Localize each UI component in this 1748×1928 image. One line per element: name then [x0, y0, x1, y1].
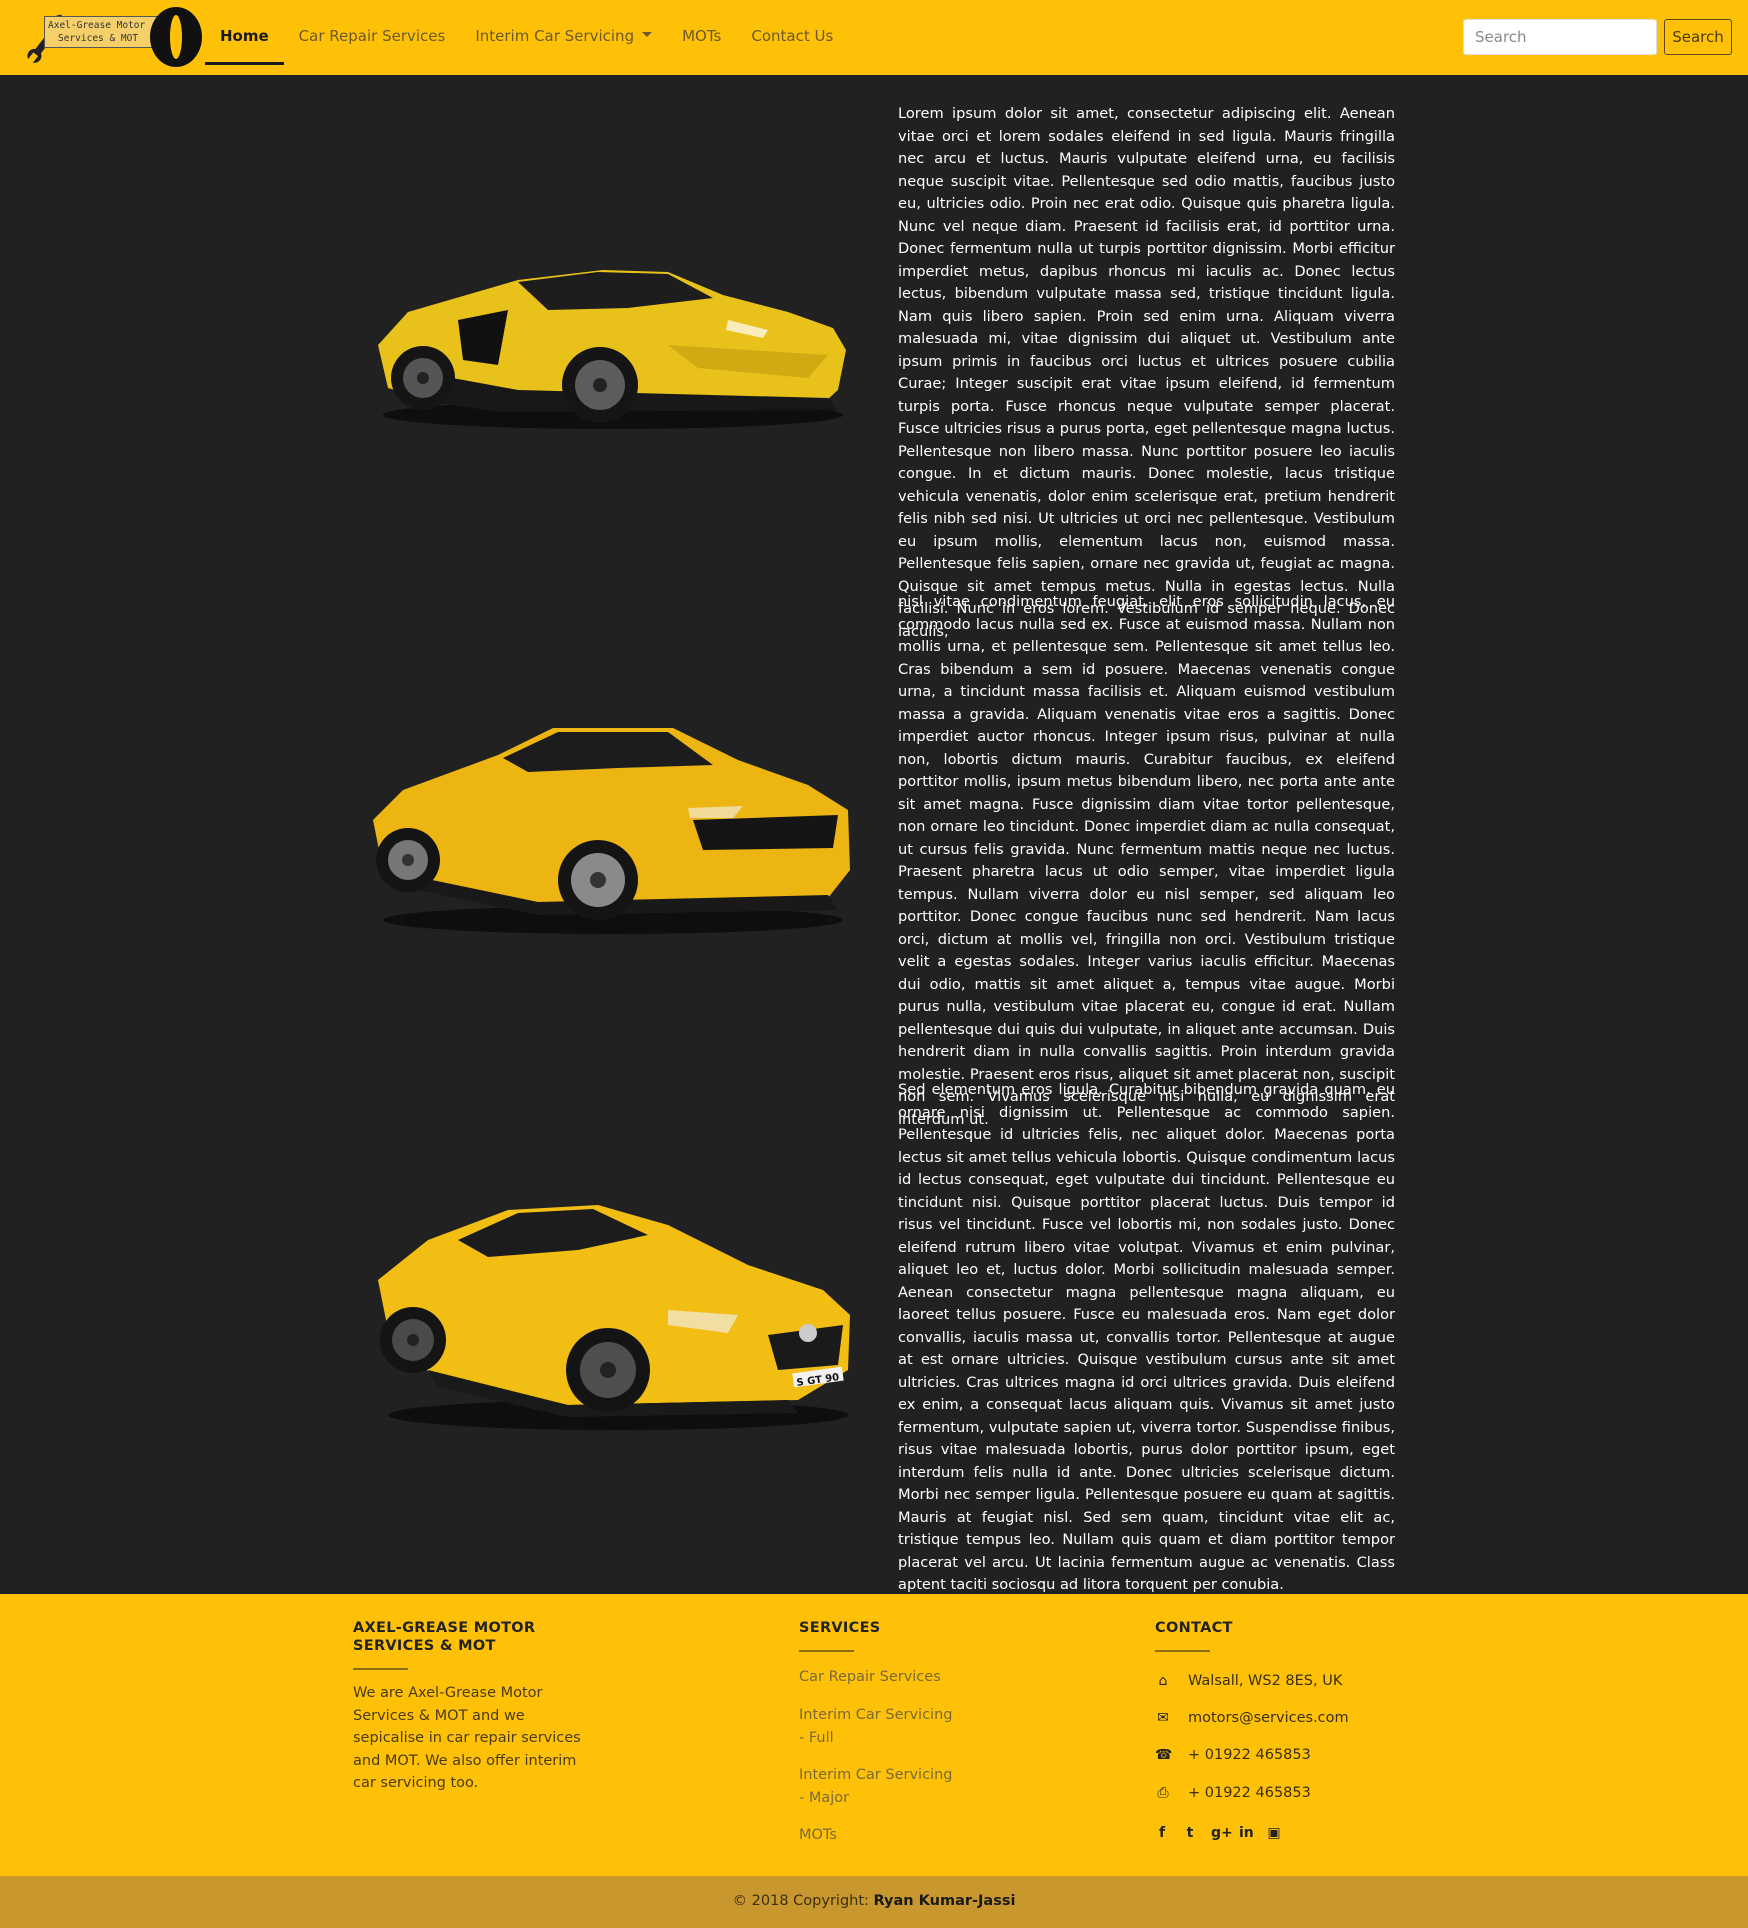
contact-email[interactable]: ✉ motors@services.com: [1155, 1710, 1349, 1726]
paragraph-1: Lorem ipsum dolor sit amet, consectetur …: [898, 105, 1395, 640]
nav-mots-label: MOTs: [682, 27, 722, 45]
facebook-icon[interactable]: f: [1155, 1825, 1169, 1841]
instagram-icon[interactable]: ▣: [1267, 1825, 1281, 1841]
footer-link-interim-major[interactable]: Interim Car Servicing - Major: [799, 1764, 959, 1809]
twitter-icon[interactable]: t: [1183, 1825, 1197, 1841]
logo-line-2: Services & MOT: [58, 33, 139, 44]
nav-menu: Home Car Repair Services Interim Car Ser…: [205, 0, 848, 75]
nav-interim-car-servicing-dropdown[interactable]: Interim Car Servicing: [460, 0, 667, 65]
nav-contact-us[interactable]: Contact Us: [736, 0, 848, 65]
contact-address: ⌂ Walsall, WS2 8ES, UK: [1155, 1673, 1343, 1689]
navbar: Axel-Grease Motor Services & MOT Home Ca…: [0, 0, 1748, 75]
envelope-icon: ✉: [1157, 1710, 1169, 1726]
footer-link-mots[interactable]: MOTs: [799, 1824, 969, 1847]
contact-phone-text: + 01922 465853: [1188, 1747, 1311, 1763]
contact-address-text: Walsall, WS2 8ES, UK: [1188, 1673, 1343, 1689]
caret-down-icon: [642, 32, 653, 37]
contact-phone: ☎ + 01922 465853: [1155, 1747, 1311, 1763]
footer-services-heading: SERVICES: [799, 1620, 881, 1636]
car-image-supercar: [368, 250, 853, 440]
search-input[interactable]: [1463, 19, 1657, 55]
footer-contact-heading: CONTACT: [1155, 1620, 1233, 1636]
footer-about-text: We are Axel-Grease Motor Services & MOT …: [353, 1685, 581, 1791]
mercedes-gt-illustration: S GT 90: [378, 1205, 850, 1430]
phone-icon: ☎: [1155, 1747, 1173, 1763]
contact-fax-text: + 01922 465853: [1188, 1785, 1311, 1801]
home-icon: ⌂: [1158, 1673, 1168, 1689]
nav-contact-label: Contact Us: [751, 27, 834, 45]
footer: AXEL-GREASE MOTOR SERVICES & MOT We are …: [0, 1594, 1748, 1876]
footer-contact-divider: [1155, 1650, 1210, 1652]
contact-email-text: motors@services.com: [1188, 1710, 1349, 1726]
footer-services-divider: [799, 1650, 854, 1652]
paragraph-3: Sed elementum eros ligula. Curabitur bib…: [898, 1081, 1395, 1593]
nav-car-repair-label: Car Repair Services: [298, 27, 446, 45]
mustang-illustration: [373, 728, 850, 934]
copyright-prefix: © 2018 Copyright:: [732, 1893, 869, 1909]
copyright-name: Ryan Kumar-Jassi: [873, 1893, 1016, 1909]
footer-link-interim-full[interactable]: Interim Car Servicing - Full: [799, 1704, 959, 1749]
supercar-illustration: [378, 270, 846, 429]
brand-logo[interactable]: Axel-Grease Motor Services & MOT: [12, 6, 208, 68]
footer-about-heading: AXEL-GREASE MOTOR SERVICES & MOT: [353, 1620, 536, 1654]
nav-interim-label: Interim Car Servicing: [475, 27, 635, 45]
car-image-mercedes-gt: S GT 90: [368, 1195, 853, 1435]
contact-fax: ⎙ + 01922 465853: [1155, 1785, 1311, 1801]
linkedin-icon[interactable]: in: [1239, 1825, 1254, 1841]
nav-car-repair-services[interactable]: Car Repair Services: [284, 0, 461, 65]
nav-home[interactable]: Home: [205, 0, 284, 65]
logo-line-1: Axel-Grease Motor: [48, 20, 146, 31]
tyre-icon: [150, 7, 202, 67]
social-links: f t g+ in ▣: [1155, 1825, 1281, 1841]
footer-link-car-repair[interactable]: Car Repair Services: [799, 1666, 969, 1689]
nav-mots[interactable]: MOTs: [667, 0, 736, 65]
car-image-mustang: [368, 720, 853, 940]
google-plus-icon[interactable]: g+: [1211, 1825, 1233, 1841]
footer-about-divider: [353, 1668, 408, 1670]
nav-home-label: Home: [220, 27, 269, 45]
copyright-bar: © 2018 Copyright: Ryan Kumar-Jassi: [0, 1876, 1748, 1928]
search-button[interactable]: Search: [1664, 19, 1732, 55]
print-icon: ⎙: [1157, 1785, 1169, 1801]
paragraph-2: nisl vitae condimentum feugiat, elit ero…: [898, 593, 1395, 1128]
